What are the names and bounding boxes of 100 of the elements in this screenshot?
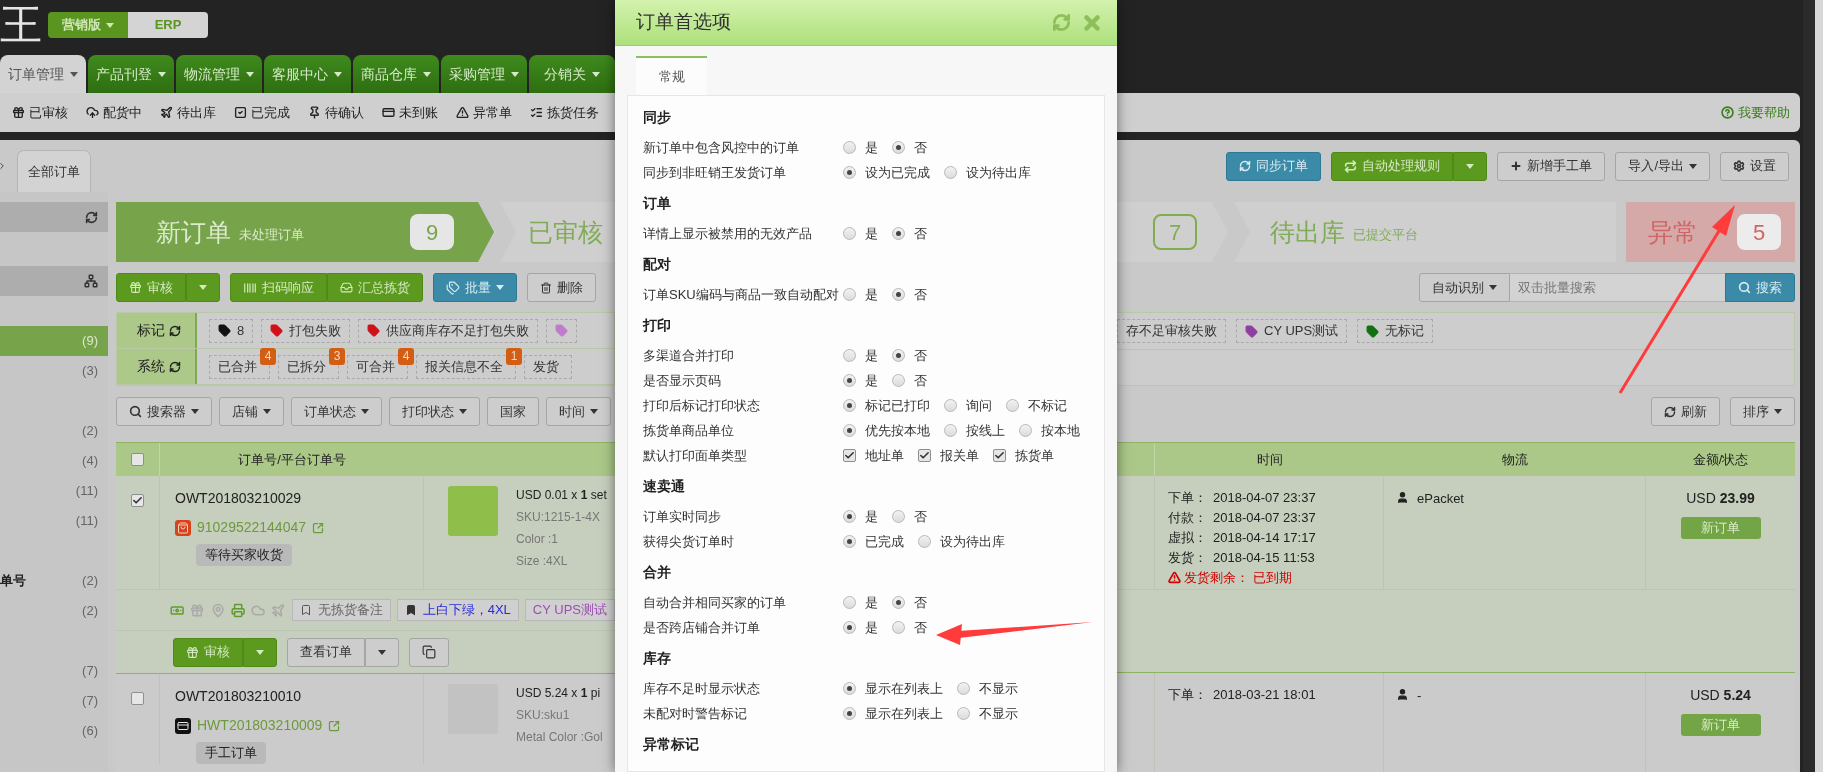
radio-button[interactable] (843, 707, 856, 720)
radio-button[interactable] (843, 349, 856, 362)
status-link[interactable]: 已完成 (234, 102, 290, 123)
checkbox[interactable] (918, 449, 931, 462)
radio-button[interactable] (843, 510, 856, 523)
nav-tab[interactable]: 商品仓库 (352, 55, 439, 93)
print-status-filter[interactable]: 打印状态 (389, 397, 480, 426)
radio-button[interactable] (843, 374, 856, 387)
dropdown-button[interactable] (186, 273, 220, 302)
note-tag[interactable]: CY UPS测试 (524, 599, 615, 621)
page-tab[interactable]: 全部订单 (17, 150, 91, 192)
mark-tag[interactable]: 无标记 (1357, 319, 1434, 343)
radio-button[interactable] (843, 227, 856, 240)
searcher-button[interactable]: 搜索器 (116, 397, 212, 426)
dropdown-button[interactable] (365, 637, 399, 667)
search-field[interactable]: 双击批量搜索 (1510, 273, 1725, 302)
refresh-button[interactable]: 刷新 (1651, 397, 1720, 426)
sidebar-item[interactable]: (11) (0, 476, 108, 506)
view-order-button[interactable]: 查看订单 (287, 637, 365, 667)
sidebar-item[interactable]: (11) (0, 506, 108, 536)
search-button[interactable]: 搜索 (1725, 273, 1795, 302)
radio-button[interactable] (843, 141, 856, 154)
radio-button[interactable] (892, 596, 905, 609)
radio-button[interactable] (944, 424, 957, 437)
shop-filter[interactable]: 店铺 (219, 397, 284, 426)
radio-button[interactable] (843, 535, 856, 548)
radio-button[interactable] (1019, 424, 1032, 437)
search-mode-select[interactable]: 自动识别 (1419, 273, 1510, 302)
radio-button[interactable] (1006, 399, 1019, 412)
radio-button[interactable] (843, 682, 856, 695)
radio-button[interactable] (892, 288, 905, 301)
import-export-button[interactable]: 导入/导出 (1615, 151, 1710, 181)
radio-button[interactable] (892, 374, 905, 387)
help-link[interactable]: 我要帮助 (1721, 102, 1790, 123)
mark-tag[interactable]: 存不足审核失败 (1117, 319, 1226, 343)
status-link[interactable]: 待确认 (308, 102, 364, 123)
sidebar-item[interactable]: (4) (0, 446, 108, 476)
radio-button[interactable] (892, 141, 905, 154)
new-order-button[interactable]: 新增手工单 (1497, 151, 1606, 181)
share-icon[interactable] (312, 521, 324, 534)
nav-tab[interactable]: 分销关 (528, 55, 615, 93)
copy-button[interactable] (409, 637, 449, 667)
mark-tag[interactable]: 打包失败 (261, 318, 351, 343)
nav-tab[interactable]: 产品刊登 (88, 55, 175, 93)
sidebar-item[interactable]: (2) (0, 596, 108, 626)
radio-button[interactable] (957, 707, 970, 720)
sidebar-item[interactable]: (7) (0, 686, 108, 716)
batch-button[interactable]: 批量 (433, 273, 517, 302)
mark-tag[interactable]: CY UPS测试 (1236, 319, 1348, 343)
radio-button[interactable] (957, 682, 970, 695)
radio-button[interactable] (843, 399, 856, 412)
nav-tab[interactable]: 采购管理 (440, 55, 527, 93)
sidebar-item[interactable]: (7) (0, 656, 108, 686)
nav-tab[interactable]: 客服中心 (264, 55, 351, 93)
radio-button[interactable] (843, 596, 856, 609)
system-tag[interactable]: 发货 (524, 354, 572, 379)
sidebar-item[interactable]: (3) (0, 356, 108, 386)
radio-button[interactable] (944, 166, 957, 179)
dropdown-button[interactable] (1453, 151, 1488, 181)
refresh-icon[interactable] (85, 210, 98, 224)
time-filter[interactable]: 时间 (546, 397, 611, 426)
radio-button[interactable] (892, 349, 905, 362)
radio-button[interactable] (843, 424, 856, 437)
country-filter[interactable]: 国家 (487, 397, 539, 426)
mark-tag[interactable]: 8 (209, 318, 254, 343)
radio-button[interactable] (843, 166, 856, 179)
order-status-filter[interactable]: 订单状态 (291, 397, 382, 426)
radio-button[interactable] (843, 288, 856, 301)
radio-button[interactable] (918, 535, 931, 548)
note-tag[interactable]: 上白下绿，4XL (396, 599, 519, 621)
mark-tag[interactable]: 供应商库存不足打包失败 (358, 318, 539, 343)
status-link[interactable]: 异常单 (456, 102, 512, 123)
status-link[interactable]: 待出库 (160, 102, 216, 123)
radio-button[interactable] (892, 227, 905, 240)
note-tag[interactable]: 无拣货备注 (291, 599, 391, 621)
share-icon[interactable] (328, 719, 341, 732)
refresh-icon[interactable] (169, 324, 181, 337)
dialog-tab[interactable]: 常规 (636, 56, 707, 95)
status-link[interactable]: 已审核 (12, 102, 68, 123)
status-link[interactable]: 配货中 (86, 102, 142, 123)
checkbox[interactable] (131, 453, 144, 466)
status-link[interactable]: 未到账 (382, 102, 438, 123)
radio-button[interactable] (843, 621, 856, 634)
checkbox[interactable] (131, 692, 144, 705)
chevron-icon[interactable] (0, 160, 7, 172)
sidebar-item[interactable]: (6) (0, 716, 108, 746)
checkbox[interactable] (993, 449, 1006, 462)
sidebar-item[interactable]: (2) (0, 416, 108, 446)
status-step-alert[interactable]: 异常 5 (1626, 202, 1795, 262)
status-link[interactable]: 拣货任务 (530, 102, 599, 123)
sync-button[interactable]: 同步订单 (1226, 151, 1322, 181)
checkbox[interactable] (131, 494, 144, 507)
sidebar-item[interactable]: 单号 (2) (0, 566, 108, 596)
radio-button[interactable] (892, 621, 905, 634)
settings-button[interactable]: 设置 (1720, 151, 1789, 181)
radio-button[interactable] (892, 510, 905, 523)
nav-tab[interactable]: 订单管理 (0, 55, 87, 93)
refresh-icon[interactable] (169, 360, 181, 373)
radio-button[interactable] (944, 399, 957, 412)
sitemap-icon[interactable] (84, 274, 98, 288)
